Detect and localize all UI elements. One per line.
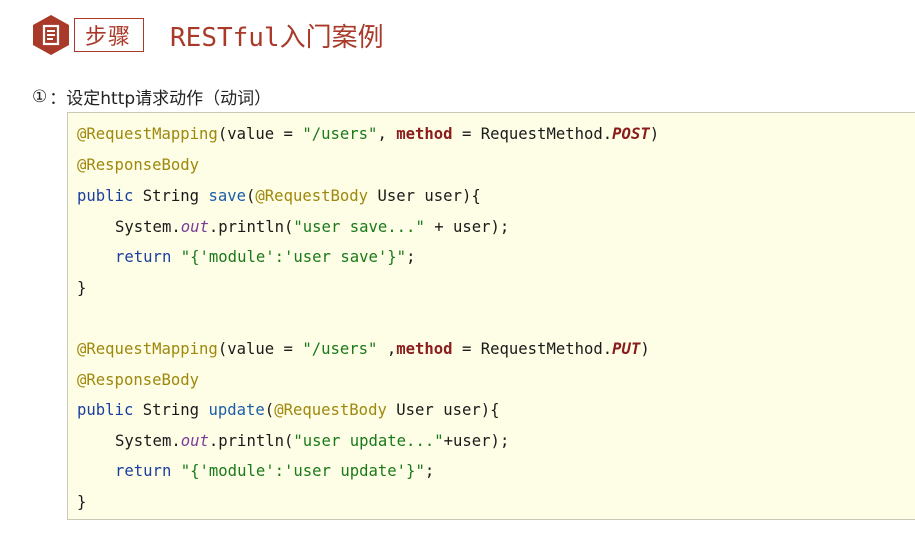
code-line: public String save(@RequestBody User use… xyxy=(77,187,481,205)
code-block: @RequestMapping(value = "/users", method… xyxy=(67,112,915,520)
code-line: @RequestMapping(value = "/users", method… xyxy=(77,125,660,143)
code-line: @RequestMapping(value = "/users" ,method… xyxy=(77,340,650,358)
step-number: ① xyxy=(32,86,48,107)
code-line: @ResponseBody xyxy=(77,156,200,174)
section-header: 步骤 RESTful入门案例 xyxy=(32,14,384,56)
code-line: return "{'module':'user save'}"; xyxy=(115,248,416,266)
code-line: @ResponseBody xyxy=(77,371,200,389)
step-label: 步骤 xyxy=(74,18,145,52)
step-text: ：设定http请求动作（动词） xyxy=(49,89,272,109)
step-instruction: ① ：设定http请求动作（动词） xyxy=(32,84,272,110)
code-line: } xyxy=(77,279,87,297)
code-line: System.out.println("user update..."+user… xyxy=(115,432,510,450)
code-line: public String update(@RequestBody User u… xyxy=(77,401,500,419)
page-title: RESTful入门案例 xyxy=(170,22,384,53)
code-line: } xyxy=(77,493,87,511)
document-icon xyxy=(32,14,70,56)
code-line: System.out.println("user save..." + user… xyxy=(115,218,510,236)
slide: 步骤 RESTful入门案例 ① ：设定http请求动作（动词） @Reques… xyxy=(0,0,915,541)
code-line: return "{'module':'user update'}"; xyxy=(115,462,435,480)
